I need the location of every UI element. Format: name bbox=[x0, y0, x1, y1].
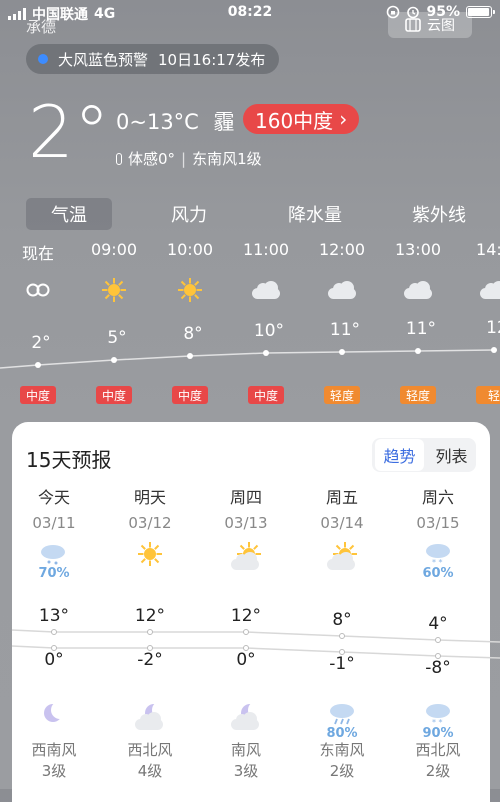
low-dot bbox=[51, 645, 57, 651]
hour-temp-dot bbox=[35, 362, 41, 368]
low-dot bbox=[339, 649, 345, 655]
hour-temp-dot bbox=[491, 347, 497, 353]
low-dot bbox=[435, 653, 441, 659]
hour-temp-dot bbox=[187, 353, 193, 359]
high-dot bbox=[51, 629, 57, 635]
hour-temp-dot bbox=[415, 348, 421, 354]
low-dot bbox=[147, 645, 153, 651]
hour-temp-dot bbox=[263, 350, 269, 356]
daily-temp-curves bbox=[11, 629, 500, 659]
forecast-card: 15天预报 趋势 列表 今天 03/11 70% 13° 0° 西南风 3级 明天 03/12 1… bbox=[11, 422, 500, 802]
high-dot bbox=[339, 633, 345, 639]
hour-temp-dot bbox=[339, 349, 345, 355]
low-dot bbox=[243, 645, 249, 651]
hourly-temp-curve bbox=[0, 349, 495, 369]
high-dot bbox=[435, 637, 441, 643]
high-dot bbox=[147, 629, 153, 635]
high-dot bbox=[243, 629, 249, 635]
hour-temp-dot bbox=[111, 357, 117, 363]
